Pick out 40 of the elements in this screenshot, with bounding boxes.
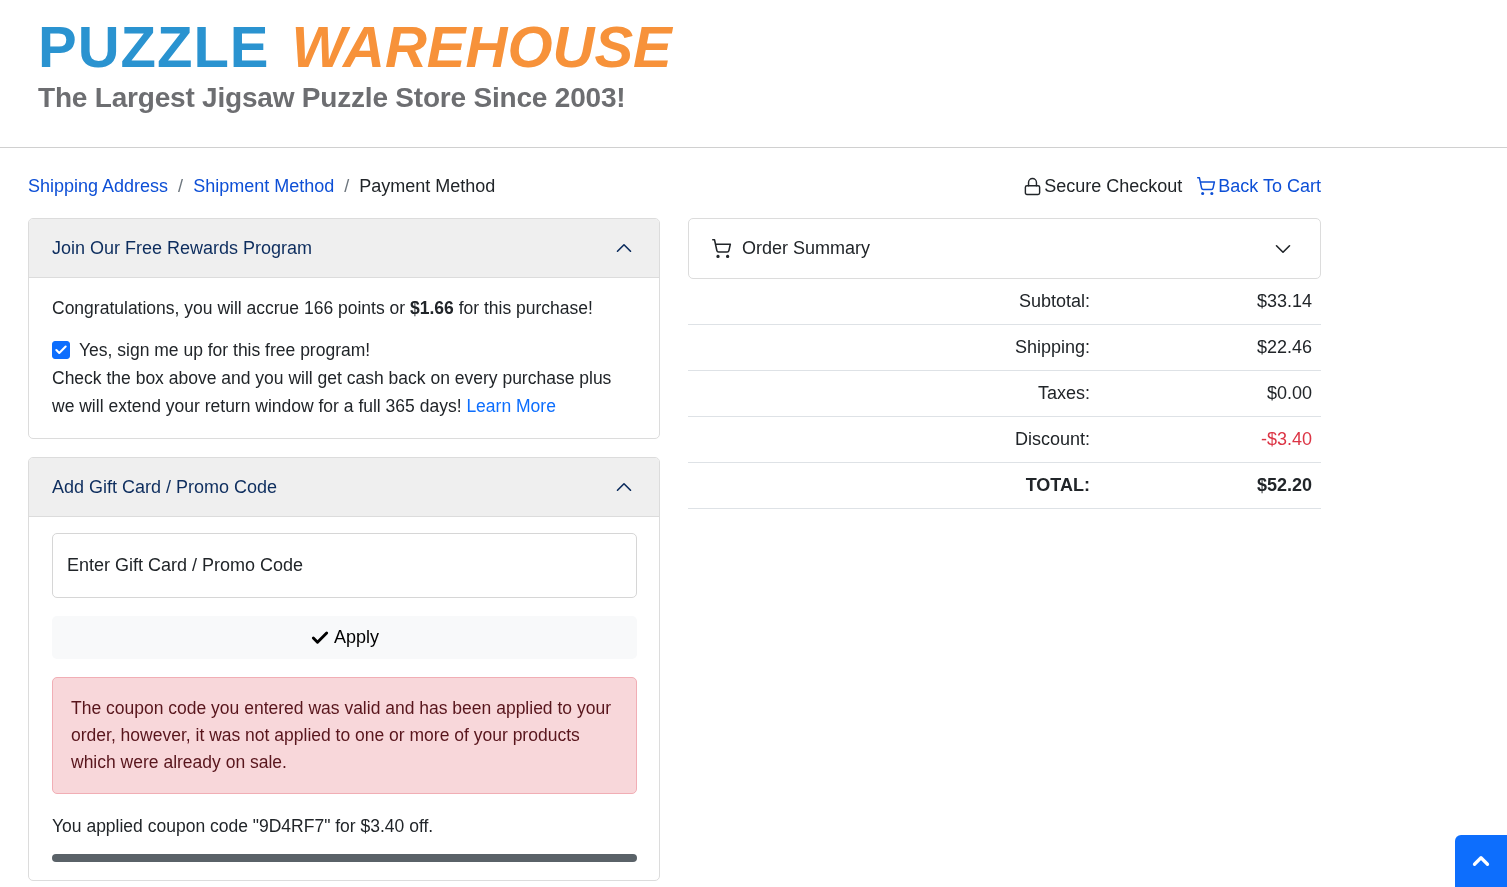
checkbox-label: Yes, sign me up for this free program! — [79, 339, 371, 362]
coupon-alert: The coupon code you entered was valid and has been applied to your order, however, it was not applied to one or more of your products which were already on sale. — [52, 677, 637, 794]
logo-text: WAREHOUSE — [291, 14, 672, 80]
summary-value: $22.46 — [1255, 337, 1312, 358]
scroll-to-top-button[interactable] — [1455, 835, 1507, 887]
lock-icon — [1023, 176, 1043, 196]
cart-icon — [711, 238, 732, 259]
promo-code-field[interactable]: Enter Gift Card / Promo Code — [52, 533, 637, 598]
breadcrumb-separator: / — [178, 175, 184, 197]
order-summary-header[interactable]: Order Summary — [688, 218, 1321, 279]
summary-label: Subtotal: — [1017, 291, 1090, 312]
summary-value: $0.00 — [1265, 383, 1312, 404]
summary-title: Order Summary — [742, 238, 871, 259]
rewards-description: Check the box above and you will get cash back on every purchase plus we will extend your return window for a full 365 days! Learn More — [52, 367, 613, 418]
panel-header[interactable]: Add Gift Card / Promo Code — [29, 458, 659, 517]
panel-title: Add Gift Card / Promo Code — [52, 476, 278, 498]
current-step-text: Payment Method — [359, 175, 496, 197]
summary-label: TOTAL: — [1024, 475, 1090, 496]
summary-label: Taxes: — [1036, 383, 1090, 404]
summary-label: Discount: — [1013, 429, 1090, 450]
checkbox[interactable] — [52, 341, 70, 359]
back-to-cart-link[interactable]: Back To Cart — [1196, 175, 1321, 197]
breadcrumb-link[interactable]: Shipment Method — [193, 175, 335, 197]
logo-tagline: The Largest Jigsaw Puzzle Store Since 2003! — [38, 82, 627, 114]
panel-header[interactable]: Join Our Free Rewards Program — [29, 219, 659, 278]
summary-value: $52.20 — [1255, 475, 1312, 496]
learn-more-link[interactable]: Learn More — [466, 396, 556, 416]
apply-button[interactable]: Apply — [52, 616, 637, 659]
applied-coupon-text: You applied coupon code "9D4RF7" for $3.40 off. — [52, 815, 435, 838]
summary-value: $33.14 — [1255, 291, 1312, 312]
check-icon — [54, 343, 68, 357]
panel-title: Join Our Free Rewards Program — [52, 237, 313, 259]
summary-label: Shipping: — [1013, 337, 1090, 358]
secure-checkout-label: Secure Checkout — [1023, 175, 1183, 197]
cart-icon — [1196, 176, 1217, 196]
breadcrumb-separator: / — [344, 175, 350, 197]
breadcrumb-link[interactable]: Shipping Address — [28, 175, 169, 197]
summary-value: -$3.40 — [1259, 429, 1312, 450]
rewards-message: Congratulations, you will accrue 166 points or $1.66 for this purchase! — [52, 297, 594, 320]
logo-text: PUZZLE — [38, 14, 270, 80]
